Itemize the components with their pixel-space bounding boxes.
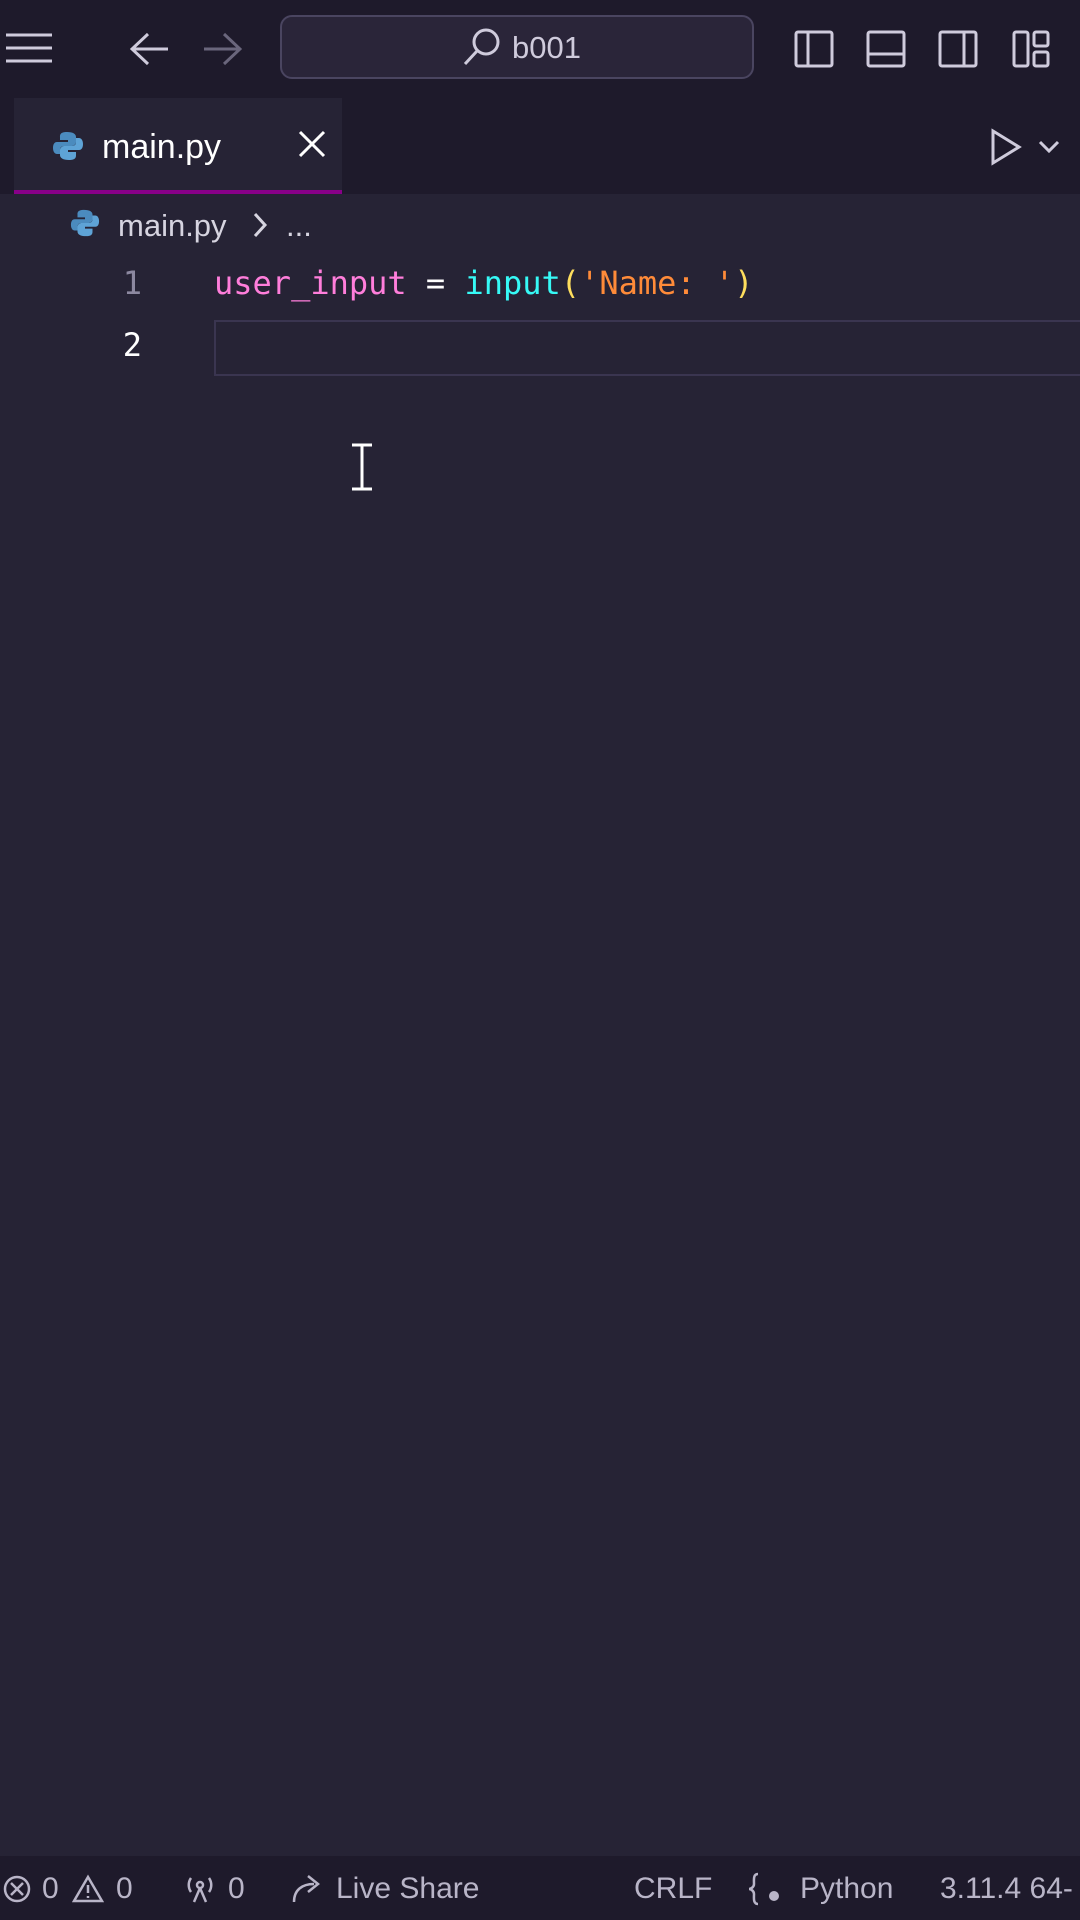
line-ending[interactable]: CRLF [634, 1872, 712, 1906]
error-icon[interactable] [2, 1874, 32, 1912]
ports-count: 0 [228, 1872, 245, 1905]
chevron-right-icon [252, 212, 268, 243]
text-cursor-icon [346, 442, 378, 497]
python-interpreter[interactable]: 3.11.4 64- [940, 1872, 1073, 1906]
code-line[interactable]: user_input = input('Name: ') [214, 264, 753, 302]
code-token-variable: user_input [214, 264, 407, 302]
language-braces-icon[interactable] [748, 1872, 784, 1914]
code-editor[interactable]: 1 user_input = input('Name: ') 2 [0, 256, 1080, 1856]
live-share-label[interactable]: Live Share [336, 1872, 479, 1906]
command-center-search[interactable]: b001 [280, 15, 754, 79]
title-bar: b001 [0, 0, 1080, 98]
ports-icon[interactable] [182, 1874, 218, 1912]
tab-main-py[interactable]: main.py [14, 98, 342, 194]
code-token-operator: = [406, 264, 465, 302]
status-bar: 0 0 0 Live Share CRLF Python 3.11.4 64- [0, 1856, 1080, 1920]
warning-icon[interactable] [71, 1874, 105, 1912]
run-python-file-icon[interactable] [990, 128, 1022, 171]
live-share-icon[interactable] [290, 1872, 326, 1914]
breadcrumb: main.py ... [0, 194, 1080, 256]
breadcrumb-file[interactable]: main.py [118, 208, 227, 244]
python-file-icon [52, 130, 84, 167]
toggle-panel-icon[interactable] [866, 30, 906, 73]
arrow-right-icon[interactable] [202, 32, 243, 71]
line-number: 1 [122, 264, 142, 302]
code-token-string: 'Name: ' [580, 264, 735, 302]
python-file-icon [70, 208, 100, 243]
toggle-primary-sidebar-icon[interactable] [794, 30, 834, 73]
toggle-secondary-sidebar-icon[interactable] [938, 30, 978, 73]
close-icon[interactable] [298, 130, 326, 163]
arrow-left-icon[interactable] [129, 32, 170, 71]
error-count: 0 [42, 1872, 59, 1905]
line-number: 2 [122, 326, 142, 364]
search-icon [462, 27, 502, 72]
editor-tab-bar: main.py [0, 98, 1080, 194]
chevron-down-icon[interactable] [1038, 140, 1060, 159]
menu-icon[interactable] [6, 32, 52, 69]
customize-layout-icon[interactable] [1012, 30, 1052, 73]
tab-label: main.py [102, 128, 222, 166]
code-token-function: input [464, 264, 561, 302]
search-text: b001 [512, 30, 581, 65]
code-token-paren: ) [734, 264, 754, 302]
breadcrumb-symbols[interactable]: ... [286, 208, 312, 244]
warning-count: 0 [116, 1872, 133, 1905]
language-mode[interactable]: Python [800, 1872, 893, 1906]
code-token-paren: ( [560, 264, 581, 302]
current-line-highlight [214, 320, 1080, 376]
